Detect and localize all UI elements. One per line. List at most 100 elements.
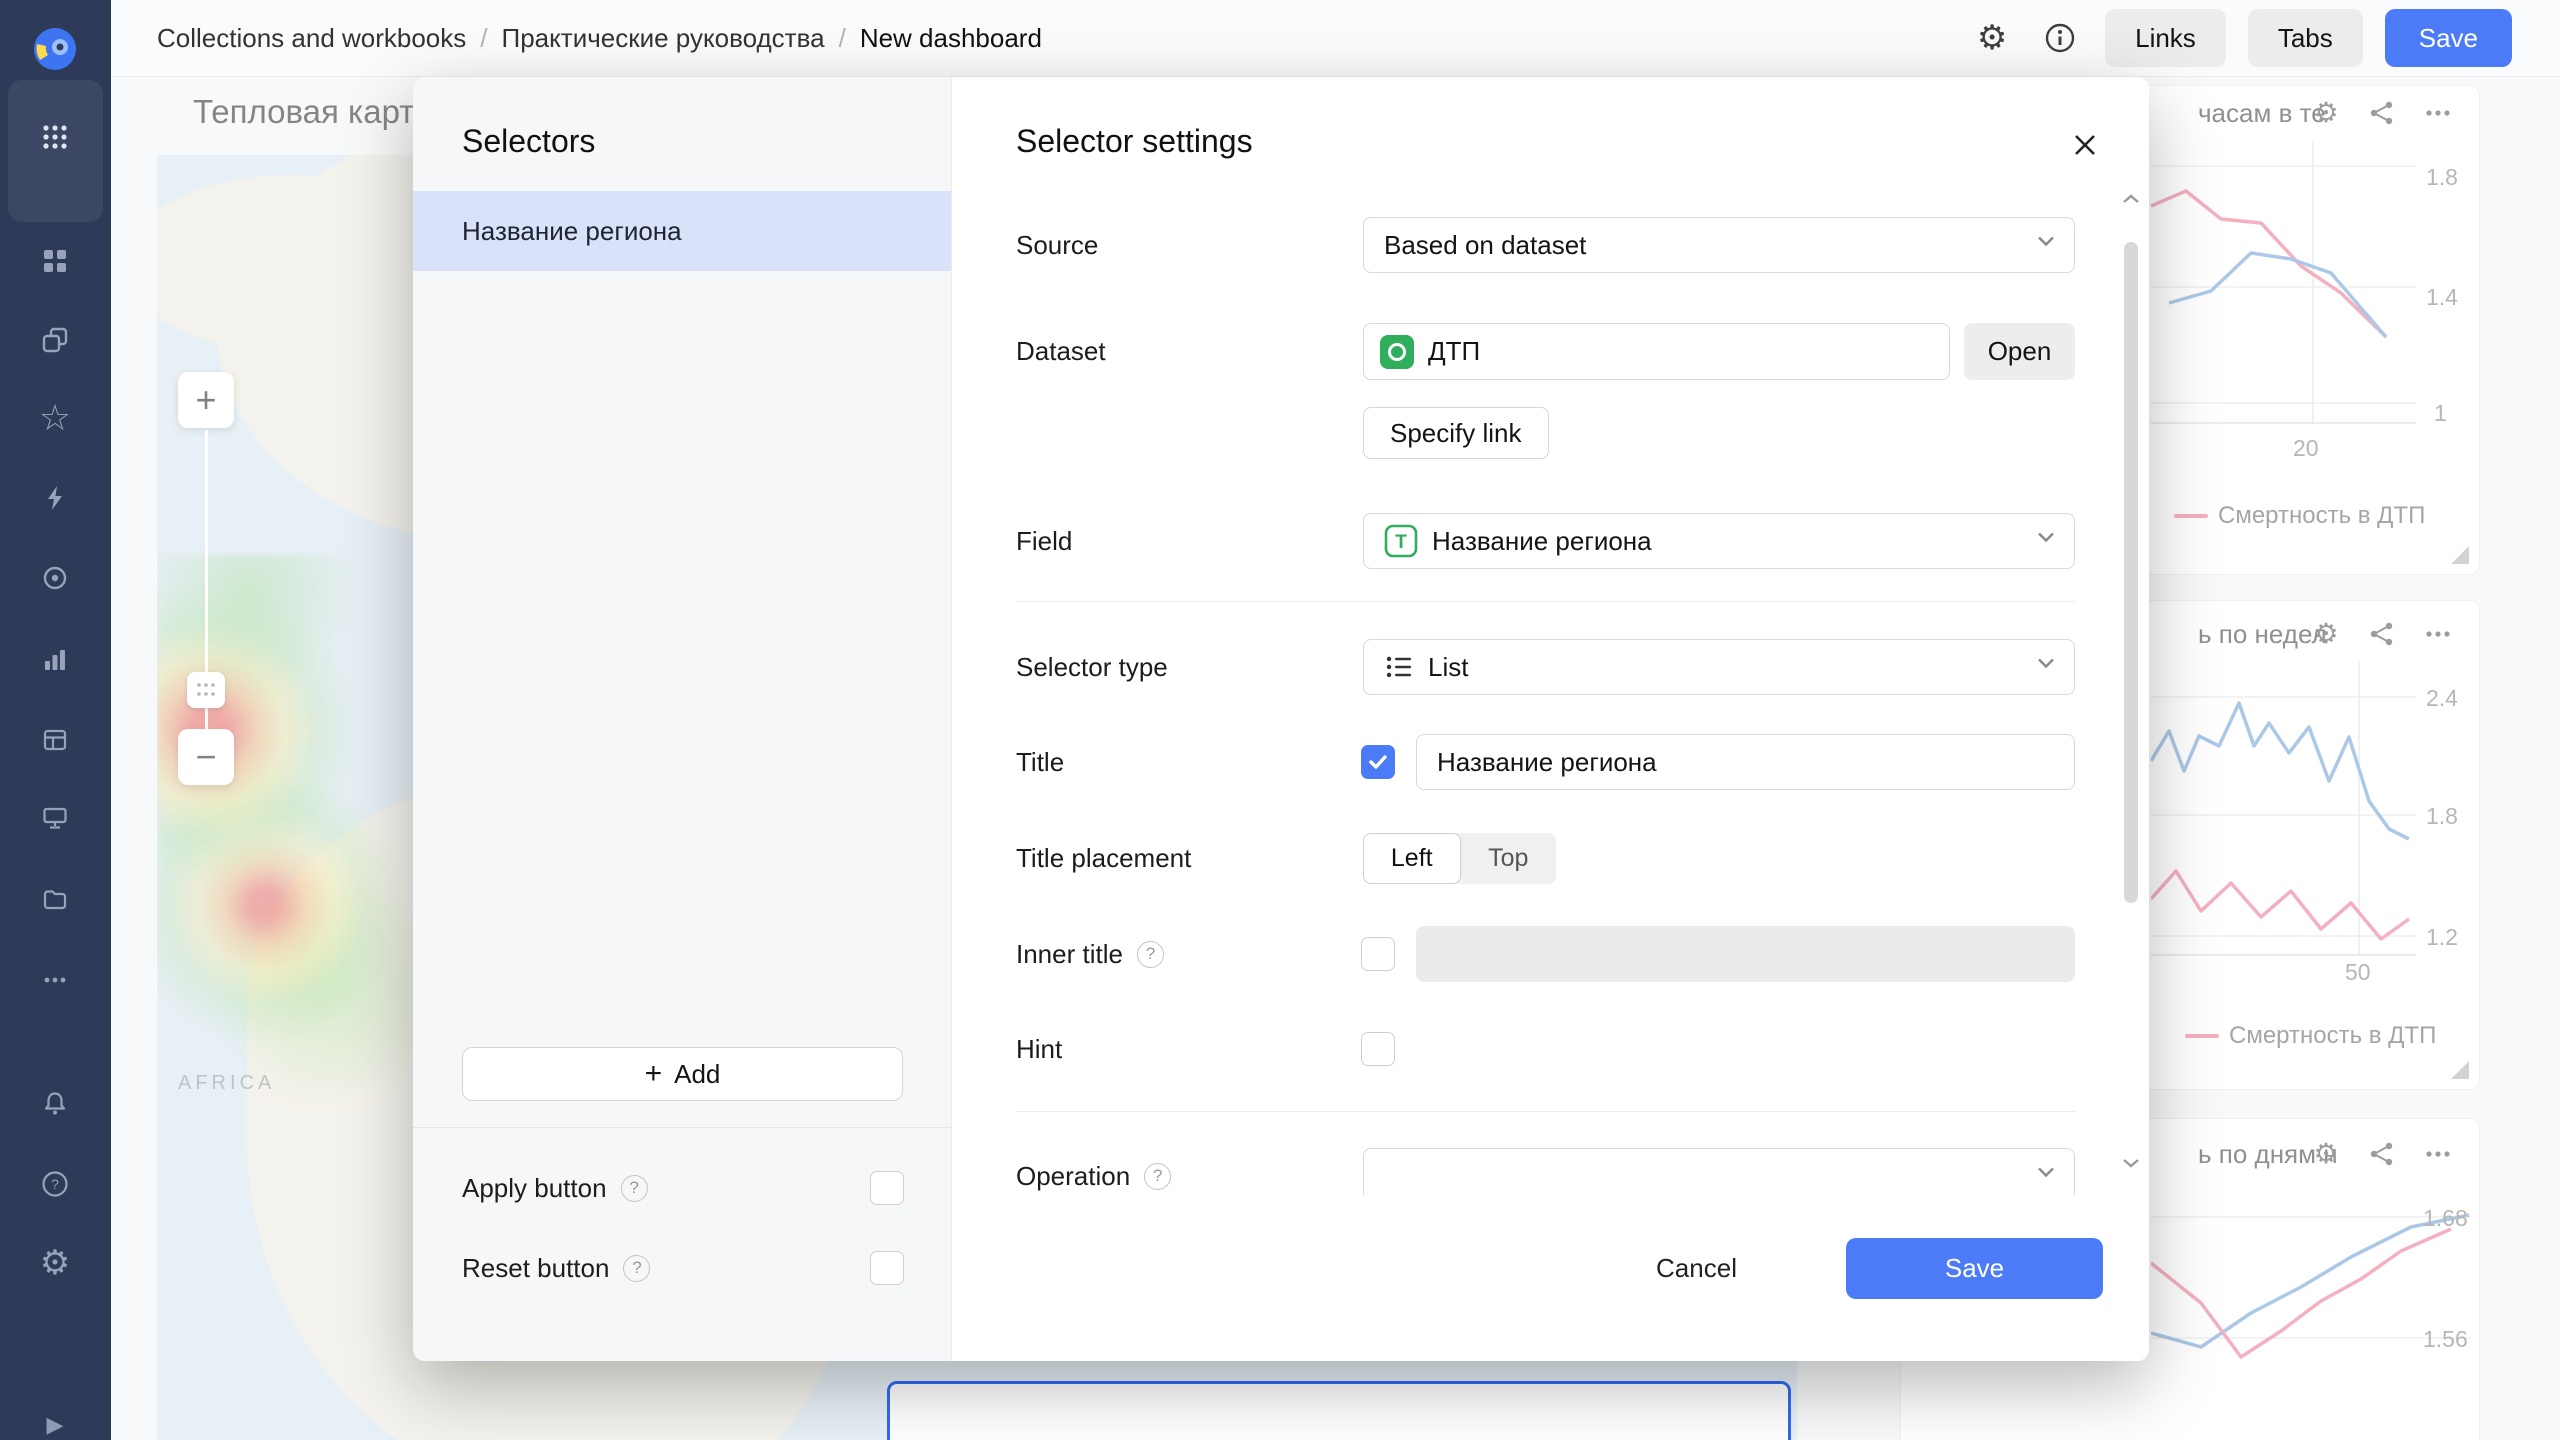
help-icon[interactable]: ? xyxy=(1144,1163,1171,1190)
dashboard-selector-widget[interactable] xyxy=(887,1381,1791,1440)
info-icon[interactable] xyxy=(2037,15,2083,61)
y-tick: 1.68 xyxy=(2423,1205,2468,1232)
breadcrumb-workbook[interactable]: Практические руководства xyxy=(502,23,825,54)
chart-share-icon[interactable] xyxy=(2365,1137,2399,1171)
chart-more-icon[interactable] xyxy=(2421,1137,2455,1171)
chart-settings-gear-icon[interactable]: ⚙ xyxy=(2309,617,2343,651)
chart-title: часам в те xyxy=(2198,98,2326,129)
chart-share-icon[interactable] xyxy=(2365,96,2399,130)
help-icon[interactable]: ? xyxy=(621,1175,648,1202)
chevron-down-icon xyxy=(2034,526,2058,557)
series-blue xyxy=(2151,1215,2469,1347)
topbar: Collections and workbooks / Практические… xyxy=(111,0,2560,77)
scroll-down-icon[interactable] xyxy=(2120,1155,2142,1171)
inner-title-checkbox[interactable] xyxy=(1361,937,1395,971)
title-placement-segmented: Left Top xyxy=(1363,833,1556,884)
title-input[interactable]: Название региона xyxy=(1416,734,2075,790)
layers-icon[interactable] xyxy=(27,312,83,368)
dataset-field[interactable]: ДТП xyxy=(1363,323,1950,380)
widget-resize-handle[interactable] xyxy=(2451,1061,2469,1079)
source-value: Based on dataset xyxy=(1384,230,1586,261)
breadcrumb-collections[interactable]: Collections and workbooks xyxy=(157,23,466,54)
add-selector-button[interactable]: + Add xyxy=(462,1047,903,1101)
check-icon xyxy=(1366,750,1390,774)
dashboard-save-button[interactable]: Save xyxy=(2385,9,2512,67)
chevron-down-icon xyxy=(2034,1161,2058,1192)
chart-more-icon[interactable] xyxy=(2421,96,2455,130)
chart-settings-gear-icon[interactable]: ⚙ xyxy=(2309,96,2343,130)
expand-icon[interactable]: ▶ xyxy=(27,1397,83,1440)
star-icon[interactable]: ☆ xyxy=(27,390,83,446)
field-label: Field xyxy=(1016,513,1072,569)
tabs-button[interactable]: Tabs xyxy=(2248,9,2363,67)
reset-button-option: Reset button ? xyxy=(462,1251,650,1285)
bar-chart-icon[interactable] xyxy=(27,632,83,688)
monitor-icon[interactable] xyxy=(27,790,83,846)
specify-link-button[interactable]: Specify link xyxy=(1363,407,1549,459)
close-icon[interactable] xyxy=(2065,125,2105,165)
chart-share-icon[interactable] xyxy=(2365,617,2399,651)
apply-button-checkbox[interactable] xyxy=(870,1171,904,1205)
links-button[interactable]: Links xyxy=(2105,9,2226,67)
map-zoom-out-button[interactable]: − xyxy=(178,729,234,785)
apps-grid-icon[interactable] xyxy=(27,109,83,165)
target-icon[interactable] xyxy=(27,550,83,606)
help-icon[interactable]: ? xyxy=(623,1255,650,1282)
selector-list-item[interactable]: Название региона xyxy=(413,191,951,271)
title-checkbox[interactable] xyxy=(1361,745,1395,779)
folder-icon[interactable] xyxy=(27,872,83,928)
selector-settings-modal: Selectors Название региона + Add Apply b… xyxy=(413,77,2149,1361)
bell-icon[interactable] xyxy=(27,1076,83,1132)
selectors-panel-title: Selectors xyxy=(462,123,595,160)
app-window: Тепловая карта + − AFRICA часам в те ⚙ xyxy=(0,0,2560,1440)
hint-checkbox[interactable] xyxy=(1361,1032,1395,1066)
sidebar: ☆ ? ⚙ ▶ xyxy=(0,0,111,1440)
selector-settings-panel: Selector settings Source Based on datase… xyxy=(952,77,2149,1361)
chart-more-icon[interactable] xyxy=(2421,617,2455,651)
help-icon[interactable]: ? xyxy=(27,1156,83,1212)
map-widget-title: Тепловая карта xyxy=(193,93,432,131)
title-label: Title xyxy=(1016,734,1064,790)
breadcrumb: Collections and workbooks / Практические… xyxy=(157,23,1042,54)
reset-button-checkbox[interactable] xyxy=(870,1251,904,1285)
more-icon[interactable] xyxy=(27,952,83,1008)
selector-type-value: List xyxy=(1428,652,1468,683)
map-zoom-in-button[interactable]: + xyxy=(178,372,234,428)
y-tick: 1.4 xyxy=(2426,284,2458,311)
field-value: Название региона xyxy=(1432,526,1652,557)
datalens-logo[interactable] xyxy=(32,26,78,77)
help-icon[interactable]: ? xyxy=(1137,941,1164,968)
map-zoom-handle[interactable] xyxy=(187,672,225,708)
y-tick: 1 xyxy=(2434,400,2447,427)
selector-type-select[interactable]: List xyxy=(1363,639,2075,695)
y-tick: 1.8 xyxy=(2426,164,2458,191)
chart-card-actions: ⚙ xyxy=(2309,96,2455,130)
lightning-icon[interactable] xyxy=(27,470,83,526)
add-selector-label: Add xyxy=(674,1059,720,1090)
scroll-up-icon[interactable] xyxy=(2120,191,2142,207)
widget-resize-handle[interactable] xyxy=(2451,546,2469,564)
cancel-button[interactable]: Cancel xyxy=(1645,1238,1748,1299)
modal-save-button[interactable]: Save xyxy=(1846,1238,2103,1299)
settings-icon[interactable]: ⚙ xyxy=(27,1235,83,1291)
placement-top-option[interactable]: Top xyxy=(1461,833,1557,884)
table-icon[interactable] xyxy=(27,712,83,768)
legend-label: Смертность в ДТП xyxy=(2229,1022,2436,1050)
x-tick: 20 xyxy=(2293,435,2319,462)
selector-settings-title: Selector settings xyxy=(1016,123,1253,160)
widgets-icon[interactable] xyxy=(27,233,83,289)
open-dataset-button[interactable]: Open xyxy=(1964,323,2075,380)
svg-text:?: ? xyxy=(51,1176,59,1192)
scrollbar-thumb[interactable] xyxy=(2124,242,2138,903)
chart-settings-gear-icon[interactable]: ⚙ xyxy=(2309,1137,2343,1171)
section-divider xyxy=(1016,601,2075,602)
series-blue xyxy=(2169,253,2386,337)
dashboard-settings-gear-icon[interactable]: ⚙ xyxy=(1969,15,2015,61)
field-select[interactable]: T Название региона xyxy=(1363,513,2075,569)
title-placement-label: Title placement xyxy=(1016,833,1191,884)
modal-footer: Cancel Save xyxy=(952,1195,2149,1361)
source-select[interactable]: Based on dataset xyxy=(1363,217,2075,273)
placement-left-option[interactable]: Left xyxy=(1363,833,1461,884)
y-tick: 2.4 xyxy=(2426,685,2458,712)
panel-divider xyxy=(413,1127,951,1128)
